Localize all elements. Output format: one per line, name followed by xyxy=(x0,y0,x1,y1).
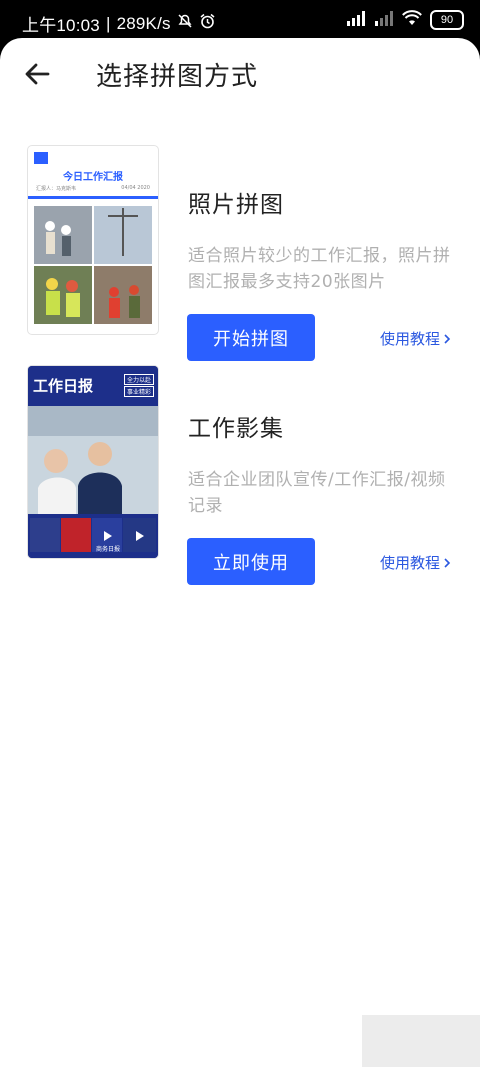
thumbnail-mini-label: 商务日报 xyxy=(96,546,121,553)
work-album-thumbnail[interactable]: 工作日报 全力以赴 事业精彩 商务日报 xyxy=(28,366,158,558)
back-button[interactable] xyxy=(22,58,54,90)
start-collage-button[interactable]: 开始拼图 xyxy=(187,314,315,361)
page-title: 选择拼图方式 xyxy=(96,62,259,92)
status-bar: 上午10:03 | 289K/s 90 xyxy=(0,0,480,40)
card-description: 适合照片较少的工作汇报，照片拼图汇报最多支持20张图片 xyxy=(188,246,451,292)
wifi-icon xyxy=(402,10,422,30)
use-now-button[interactable]: 立即使用 xyxy=(187,538,315,585)
signal-icon xyxy=(346,10,366,30)
screen: 选择拼图方式 今日工作汇报 汇报人：马克斯韦 04/04 2020 照片拼图 适… xyxy=(0,38,480,1067)
status-divider: | xyxy=(105,13,111,33)
thumbnail-tag-2: 事业精彩 xyxy=(123,386,154,397)
thumbnail-tag-1: 全力以赴 xyxy=(123,374,154,385)
tutorial-label: 使用教程 xyxy=(380,330,441,348)
chevron-right-icon xyxy=(444,333,451,344)
arrow-left-icon xyxy=(25,63,50,85)
status-left: 上午10:03 | 289K/s xyxy=(22,11,216,36)
status-right: 90 xyxy=(346,10,464,30)
thumbnail-header: 工作日报 xyxy=(33,377,94,395)
card-description: 适合企业团队宣传/工作汇报/视频记录 xyxy=(188,470,446,516)
card-title: 照片拼图 xyxy=(188,192,284,218)
alarm-icon xyxy=(199,13,216,35)
photo-collage-thumbnail[interactable]: 今日工作汇报 汇报人：马克斯韦 04/04 2020 xyxy=(28,146,158,334)
status-speed: 289K/s xyxy=(116,13,171,33)
tutorial-link[interactable]: 使用教程 xyxy=(380,328,451,349)
status-time: 上午10:03 xyxy=(22,16,100,35)
signal-2-icon xyxy=(374,10,394,30)
thumbnail-reporter: 汇报人：马克斯韦 xyxy=(36,186,77,192)
tutorial-label: 使用教程 xyxy=(380,554,441,572)
mute-icon xyxy=(177,13,193,34)
chevron-right-icon xyxy=(444,557,451,568)
battery-icon: 90 xyxy=(430,10,464,30)
card-title: 工作影集 xyxy=(188,416,284,442)
tutorial-link[interactable]: 使用教程 xyxy=(380,552,451,573)
thumbnail-date: 04/04 2020 xyxy=(121,185,150,191)
thumbnail-header: 今日工作汇报 xyxy=(63,172,123,183)
corner-overlay xyxy=(362,1015,480,1067)
